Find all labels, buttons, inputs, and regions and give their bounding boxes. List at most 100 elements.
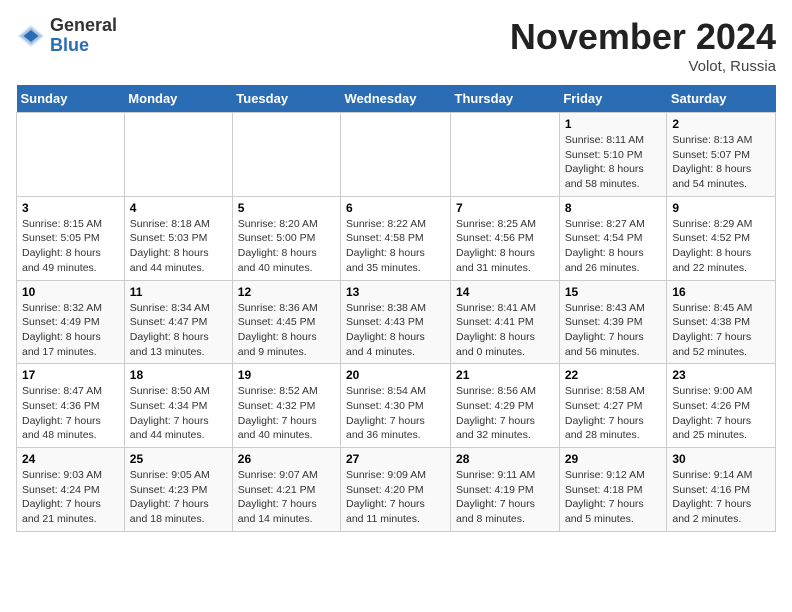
day-cell xyxy=(232,113,340,197)
title-block: November 2024 Volot, Russia xyxy=(510,16,776,75)
day-info: Sunrise: 9:03 AM Sunset: 4:24 PM Dayligh… xyxy=(22,468,119,527)
day-info: Sunrise: 8:13 AM Sunset: 5:07 PM Dayligh… xyxy=(672,133,770,192)
day-info: Sunrise: 8:25 AM Sunset: 4:56 PM Dayligh… xyxy=(456,217,554,276)
day-number: 28 xyxy=(456,452,554,466)
day-number: 2 xyxy=(672,117,770,131)
location: Volot, Russia xyxy=(510,58,776,75)
logo-icon xyxy=(16,21,46,51)
day-cell: 9 Sunrise: 8:29 AM Sunset: 4:52 PM Daylig… xyxy=(667,196,776,280)
logo-text: General Blue xyxy=(50,16,117,56)
day-number: 10 xyxy=(22,285,119,299)
week-row-1: 1Sunrise: 8:11 AM Sunset: 5:10 PM Daylig… xyxy=(17,113,776,197)
day-info: Sunrise: 8:58 AM Sunset: 4:27 PM Dayligh… xyxy=(565,384,662,443)
day-cell: 19 Sunrise: 8:52 AM Sunset: 4:32 PM Dayli… xyxy=(232,364,340,448)
page-header: General Blue November 2024 Volot, Russia xyxy=(16,16,776,75)
logo: General Blue xyxy=(16,16,117,56)
day-number: 8 xyxy=(565,201,662,215)
day-cell: 25 Sunrise: 9:05 AM Sunset: 4:23 PM Dayli… xyxy=(124,448,232,532)
day-number: 30 xyxy=(672,452,770,466)
day-info: Sunrise: 8:47 AM Sunset: 4:36 PM Dayligh… xyxy=(22,384,119,443)
day-cell: 6 Sunrise: 8:22 AM Sunset: 4:58 PM Daylig… xyxy=(341,196,451,280)
day-info: Sunrise: 8:54 AM Sunset: 4:30 PM Dayligh… xyxy=(346,384,445,443)
day-cell xyxy=(124,113,232,197)
day-info: Sunrise: 9:07 AM Sunset: 4:21 PM Dayligh… xyxy=(238,468,335,527)
day-number: 25 xyxy=(130,452,227,466)
day-info: Sunrise: 9:12 AM Sunset: 4:18 PM Dayligh… xyxy=(565,468,662,527)
day-cell xyxy=(341,113,451,197)
day-info: Sunrise: 9:00 AM Sunset: 4:26 PM Dayligh… xyxy=(672,384,770,443)
day-cell: 27 Sunrise: 9:09 AM Sunset: 4:20 PM Dayli… xyxy=(341,448,451,532)
day-cell: 21Sunrise: 8:56 AM Sunset: 4:29 PM Dayli… xyxy=(451,364,560,448)
day-cell: 24 Sunrise: 9:03 AM Sunset: 4:24 PM Dayli… xyxy=(17,448,125,532)
day-number: 11 xyxy=(130,285,227,299)
day-cell: 7Sunrise: 8:25 AM Sunset: 4:56 PM Daylig… xyxy=(451,196,560,280)
calendar-body: 1Sunrise: 8:11 AM Sunset: 5:10 PM Daylig… xyxy=(17,113,776,532)
day-info: Sunrise: 8:29 AM Sunset: 4:52 PM Dayligh… xyxy=(672,217,770,276)
day-number: 12 xyxy=(238,285,335,299)
day-number: 3 xyxy=(22,201,119,215)
day-cell: 26Sunrise: 9:07 AM Sunset: 4:21 PM Dayli… xyxy=(232,448,340,532)
day-cell: 12Sunrise: 8:36 AM Sunset: 4:45 PM Dayli… xyxy=(232,280,340,364)
month-title: November 2024 xyxy=(510,16,776,58)
day-cell: 17 Sunrise: 8:47 AM Sunset: 4:36 PM Dayli… xyxy=(17,364,125,448)
day-cell: 1Sunrise: 8:11 AM Sunset: 5:10 PM Daylig… xyxy=(559,113,667,197)
day-info: Sunrise: 9:11 AM Sunset: 4:19 PM Dayligh… xyxy=(456,468,554,527)
day-number: 5 xyxy=(238,201,335,215)
week-row-5: 24 Sunrise: 9:03 AM Sunset: 4:24 PM Dayli… xyxy=(17,448,776,532)
week-row-3: 10 Sunrise: 8:32 AM Sunset: 4:49 PM Dayli… xyxy=(17,280,776,364)
header-cell-friday: Friday xyxy=(559,85,667,113)
day-cell: 14 Sunrise: 8:41 AM Sunset: 4:41 PM Dayli… xyxy=(451,280,560,364)
day-info: Sunrise: 8:50 AM Sunset: 4:34 PM Dayligh… xyxy=(130,384,227,443)
day-number: 29 xyxy=(565,452,662,466)
day-info: Sunrise: 8:32 AM Sunset: 4:49 PM Dayligh… xyxy=(22,301,119,360)
calendar-header: SundayMondayTuesdayWednesdayThursdayFrid… xyxy=(17,85,776,113)
day-number: 18 xyxy=(130,368,227,382)
day-number: 23 xyxy=(672,368,770,382)
header-cell-saturday: Saturday xyxy=(667,85,776,113)
day-info: Sunrise: 8:22 AM Sunset: 4:58 PM Dayligh… xyxy=(346,217,445,276)
day-cell: 11Sunrise: 8:34 AM Sunset: 4:47 PM Dayli… xyxy=(124,280,232,364)
header-row: SundayMondayTuesdayWednesdayThursdayFrid… xyxy=(17,85,776,113)
day-number: 21 xyxy=(456,368,554,382)
day-number: 14 xyxy=(456,285,554,299)
day-number: 9 xyxy=(672,201,770,215)
day-info: Sunrise: 8:41 AM Sunset: 4:41 PM Dayligh… xyxy=(456,301,554,360)
day-info: Sunrise: 8:11 AM Sunset: 5:10 PM Dayligh… xyxy=(565,133,662,192)
day-number: 13 xyxy=(346,285,445,299)
day-cell: 28 Sunrise: 9:11 AM Sunset: 4:19 PM Dayli… xyxy=(451,448,560,532)
day-number: 20 xyxy=(346,368,445,382)
day-number: 27 xyxy=(346,452,445,466)
day-cell: 13 Sunrise: 8:38 AM Sunset: 4:43 PM Dayli… xyxy=(341,280,451,364)
day-cell: 8Sunrise: 8:27 AM Sunset: 4:54 PM Daylig… xyxy=(559,196,667,280)
day-number: 22 xyxy=(565,368,662,382)
day-cell: 10 Sunrise: 8:32 AM Sunset: 4:49 PM Dayli… xyxy=(17,280,125,364)
calendar-table: SundayMondayTuesdayWednesdayThursdayFrid… xyxy=(16,85,776,532)
day-info: Sunrise: 8:38 AM Sunset: 4:43 PM Dayligh… xyxy=(346,301,445,360)
day-cell: 18 Sunrise: 8:50 AM Sunset: 4:34 PM Dayli… xyxy=(124,364,232,448)
day-info: Sunrise: 9:05 AM Sunset: 4:23 PM Dayligh… xyxy=(130,468,227,527)
day-cell: 29 Sunrise: 9:12 AM Sunset: 4:18 PM Dayli… xyxy=(559,448,667,532)
day-number: 16 xyxy=(672,285,770,299)
day-number: 15 xyxy=(565,285,662,299)
day-info: Sunrise: 8:52 AM Sunset: 4:32 PM Dayligh… xyxy=(238,384,335,443)
day-cell xyxy=(451,113,560,197)
logo-general: General xyxy=(50,15,117,35)
day-number: 4 xyxy=(130,201,227,215)
day-cell: 30Sunrise: 9:14 AM Sunset: 4:16 PM Dayli… xyxy=(667,448,776,532)
header-cell-tuesday: Tuesday xyxy=(232,85,340,113)
day-info: Sunrise: 8:20 AM Sunset: 5:00 PM Dayligh… xyxy=(238,217,335,276)
day-number: 19 xyxy=(238,368,335,382)
day-cell: 3Sunrise: 8:15 AM Sunset: 5:05 PM Daylig… xyxy=(17,196,125,280)
day-cell: 4Sunrise: 8:18 AM Sunset: 5:03 PM Daylig… xyxy=(124,196,232,280)
day-number: 6 xyxy=(346,201,445,215)
day-cell: 23 Sunrise: 9:00 AM Sunset: 4:26 PM Dayli… xyxy=(667,364,776,448)
week-row-2: 3Sunrise: 8:15 AM Sunset: 5:05 PM Daylig… xyxy=(17,196,776,280)
day-cell xyxy=(17,113,125,197)
day-number: 17 xyxy=(22,368,119,382)
day-info: Sunrise: 8:43 AM Sunset: 4:39 PM Dayligh… xyxy=(565,301,662,360)
header-cell-sunday: Sunday xyxy=(17,85,125,113)
day-cell: 5 Sunrise: 8:20 AM Sunset: 5:00 PM Daylig… xyxy=(232,196,340,280)
header-cell-wednesday: Wednesday xyxy=(341,85,451,113)
day-info: Sunrise: 9:09 AM Sunset: 4:20 PM Dayligh… xyxy=(346,468,445,527)
day-number: 24 xyxy=(22,452,119,466)
